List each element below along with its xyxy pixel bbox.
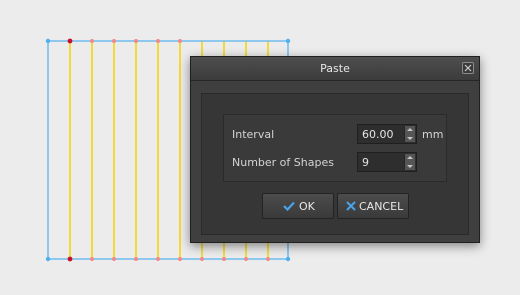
node-point[interactable] — [134, 39, 138, 43]
cancel-button[interactable]: CANCEL — [337, 193, 409, 219]
node-point[interactable] — [244, 257, 248, 261]
interval-value: 60.00 — [362, 128, 394, 141]
node-point[interactable] — [200, 257, 204, 261]
check-icon — [283, 201, 295, 211]
dialog-content-panel: Interval 60.00 mm Number of Shapes 9 OK … — [201, 93, 469, 235]
close-button[interactable] — [462, 62, 474, 74]
number-of-shapes-spinner[interactable] — [404, 154, 415, 170]
spinner-down-icon[interactable] — [407, 137, 413, 140]
corner-node[interactable] — [285, 38, 291, 44]
node-point[interactable] — [178, 257, 182, 261]
number-of-shapes-value: 9 — [362, 156, 369, 169]
node-point[interactable] — [222, 257, 226, 261]
node-point[interactable] — [112, 257, 116, 261]
node-point[interactable] — [112, 39, 116, 43]
close-icon — [464, 64, 472, 72]
interval-label: Interval — [232, 128, 275, 141]
paste-options-group: Interval 60.00 mm Number of Shapes 9 — [223, 114, 447, 182]
corner-node[interactable] — [45, 256, 51, 262]
interval-spinner[interactable] — [404, 126, 415, 142]
number-of-shapes-label: Number of Shapes — [232, 156, 334, 169]
node-point[interactable] — [156, 39, 160, 43]
node-point[interactable] — [178, 39, 182, 43]
spinner-up-icon[interactable] — [407, 128, 413, 131]
paste-dialog: Paste Interval 60.00 mm Number of Shapes… — [190, 56, 480, 243]
dialog-titlebar[interactable]: Paste — [191, 57, 479, 81]
node-point[interactable] — [134, 257, 138, 261]
node-point[interactable] — [156, 257, 160, 261]
node-point[interactable] — [266, 257, 270, 261]
dialog-title: Paste — [320, 62, 350, 75]
corner-node[interactable] — [45, 38, 51, 44]
interval-unit: mm — [422, 128, 444, 141]
node-point[interactable] — [90, 257, 94, 261]
spinner-down-icon[interactable] — [407, 165, 413, 168]
anchor-node[interactable] — [67, 38, 73, 44]
anchor-node[interactable] — [67, 256, 73, 262]
ok-button[interactable]: OK — [262, 193, 334, 219]
interval-input[interactable]: 60.00 — [357, 124, 417, 144]
cancel-label: CANCEL — [359, 200, 404, 213]
x-icon — [346, 201, 356, 211]
number-of-shapes-input[interactable]: 9 — [357, 152, 417, 172]
ok-label: OK — [299, 200, 315, 213]
corner-node[interactable] — [285, 256, 291, 262]
spinner-up-icon[interactable] — [407, 156, 413, 159]
node-point[interactable] — [90, 39, 94, 43]
